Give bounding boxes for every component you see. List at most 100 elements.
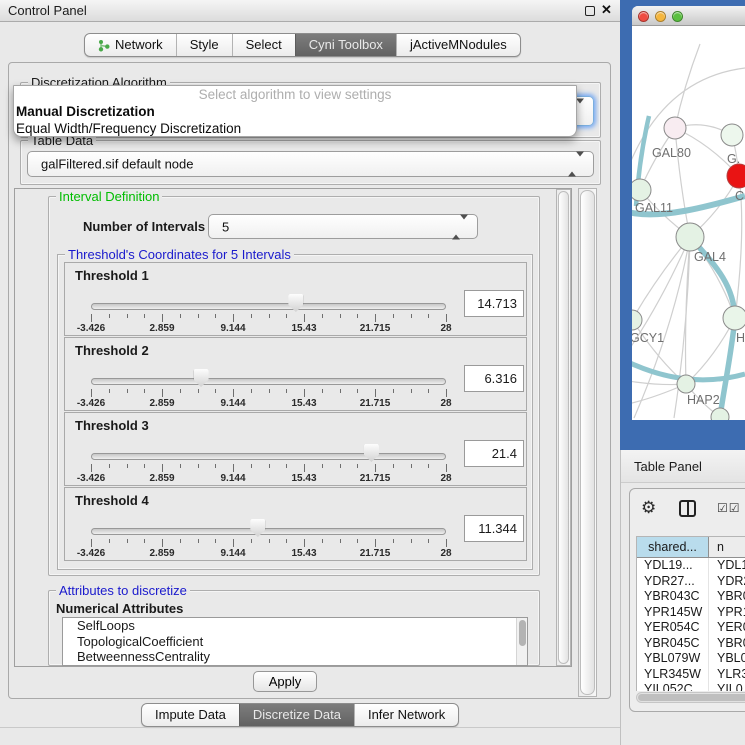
threshold-value-field[interactable]: 6.316 [464,365,524,392]
threshold-label: Threshold 1 [75,268,149,283]
table-header-row: shared... n [637,537,745,558]
network-icon [98,39,110,52]
table-row[interactable]: YER054CYER0 [637,620,745,636]
table-row[interactable]: YBR045CYBR0 [637,636,745,652]
network-edge[interactable] [675,44,700,128]
slider-track[interactable] [91,303,446,310]
zoom-traffic-light[interactable] [672,11,683,22]
threshold-panel: Threshold 2 -3.4262.8599.14415.4321.7152… [64,337,527,411]
popup-option-equal-width[interactable]: Equal Width/Frequency Discretization [14,120,576,137]
network-node-label: GAL80 [652,146,691,160]
network-node-label: C [735,189,744,203]
tab-impute-data[interactable]: Impute Data [142,704,239,726]
outer-vertical-scrollbar[interactable] [578,188,597,697]
split-column-icon[interactable] [679,500,696,517]
inner-vertical-scrollbar[interactable] [556,189,571,666]
network-window-titlebar [632,6,745,26]
panel-title: Control Panel [8,3,87,18]
close-icon[interactable]: ✕ [601,2,612,18]
table-rows: YDL19...YDL1YDR27...YDR2YBR043CYBR0YPR14… [637,558,745,691]
attribute-list-item[interactable]: SelfLoops [63,618,527,634]
minimize-traffic-light[interactable] [655,11,666,22]
control-panel-titlebar: Control Panel ✕ [0,0,620,22]
attributes-list-scrollbar[interactable] [516,618,527,665]
tab-style[interactable]: Style [176,34,232,56]
table-horizontal-scrollbar[interactable] [636,692,745,703]
threshold-panel: Threshold 4 -3.4262.8599.14415.4321.7152… [64,487,527,561]
slider-track[interactable] [91,453,446,460]
threshold-panel: Threshold 1 -3.4262.8599.14415.4321.7152… [64,262,527,336]
table-row[interactable]: YLR345WYLR3 [637,667,745,683]
interval-definition-title: Interval Definition [56,189,162,204]
tab-select[interactable]: Select [232,34,295,56]
threshold-value-field[interactable]: 21.4 [464,440,524,467]
stepper-arrows-icon [452,219,468,234]
threshold-label: Threshold 4 [75,493,149,508]
network-node-label: GAL4 [694,250,726,264]
network-node[interactable] [727,164,745,188]
attributes-group-title: Attributes to discretize [56,583,190,598]
attribute-list-item[interactable]: BetweennessCentrality [63,649,527,665]
network-node[interactable] [677,375,695,393]
screen: Control Panel ✕ Network Style Select Cyn… [0,0,745,745]
thresholds-group-title: Threshold's Coordinates for 5 Intervals [65,247,294,262]
network-canvas[interactable]: GAL80G.CGAL11GAL4GCY1HHAP2 [632,26,745,420]
slider-track[interactable] [91,528,446,535]
table-row[interactable]: YDR27...YDR2 [637,574,745,590]
network-node[interactable] [632,310,642,330]
network-node-label: GAL11 [635,201,673,215]
network-node-label: HAP2 [687,393,720,407]
network-node[interactable] [721,124,743,146]
slider-track[interactable] [91,378,446,385]
number-of-intervals-combobox[interactable]: 5 [208,214,478,239]
popup-hint: Select algorithm to view settings [14,86,576,103]
table-row[interactable]: YIL052CYIL0 [637,682,745,691]
network-node-label: H [736,331,745,345]
checkbox-icons[interactable]: ☑☑ [717,501,741,515]
network-window: GAL80G.CGAL11GAL4GCY1HHAP2 [632,6,745,420]
table-data-combobox[interactable]: galFiltered.sif default node [27,151,594,177]
table-row[interactable]: YBR043CYBR0 [637,589,745,605]
table-panel-box: ⚙ ☑☑ shared... n YDL19...YDL1YDR27...YDR… [629,488,745,712]
network-node[interactable] [664,117,686,139]
table-row[interactable]: YBL079WYBL0 [637,651,745,667]
numerical-attributes-list[interactable]: SelfLoopsTopologicalCoefficientBetweenne… [62,617,528,666]
network-node[interactable] [676,223,704,251]
tab-cyni-toolbox[interactable]: Cyni Toolbox [295,34,396,56]
network-window-frame: GAL80G.CGAL11GAL4GCY1HHAP2 [620,0,745,450]
close-traffic-light[interactable] [638,11,649,22]
threshold-value-field[interactable]: 11.344 [464,515,524,542]
network-node[interactable] [632,179,651,201]
network-node[interactable] [723,306,745,330]
threshold-label: Threshold 3 [75,418,149,433]
tab-jactivemnodules[interactable]: jActiveMNodules [396,34,520,56]
table-row[interactable]: YPR145WYPR1 [637,605,745,621]
column-header-shared-name[interactable]: shared... [637,537,709,557]
attribute-list-item[interactable]: TopologicalCoefficient [63,634,527,650]
network-edge[interactable] [720,318,735,417]
table-row[interactable]: YDL19...YDL1 [637,558,745,574]
network-node[interactable] [711,408,729,420]
tab-discretize-data[interactable]: Discretize Data [239,704,354,726]
tab-network[interactable]: Network [85,34,176,56]
table-panel-region: Table Panel ⚙ ☑☑ shared... n YDL19...YDL… [620,450,745,745]
network-edge[interactable] [675,128,690,237]
popup-option-manual[interactable]: Manual Discretization [14,103,576,120]
gear-icon[interactable]: ⚙ [641,498,656,518]
tab-infer-network[interactable]: Infer Network [354,704,458,726]
node-table: shared... n YDL19...YDL1YDR27...YDR2YBR0… [636,536,745,691]
network-node-label: GCY1 [632,331,664,345]
column-header-name[interactable]: n [709,537,745,557]
top-tab-bar: Network Style Select Cyni Toolbox jActiv… [84,33,521,57]
stepper-arrows-icon [568,157,584,172]
threshold-panel: Threshold 3 -3.4262.8599.14415.4321.7152… [64,412,527,486]
float-window-icon[interactable] [585,6,595,16]
bottom-tab-bar: Impute Data Discretize Data Infer Networ… [141,703,459,727]
threshold-value-field[interactable]: 14.713 [464,290,524,317]
table-panel-title: Table Panel [634,459,702,474]
apply-button[interactable]: Apply [253,671,317,692]
table-panel-titlebar: Table Panel [621,450,745,483]
threshold-label: Threshold 2 [75,343,149,358]
numerical-attributes-label: Numerical Attributes [56,601,183,616]
algorithm-dropdown-popup: Select algorithm to view settings Manual… [13,85,577,137]
